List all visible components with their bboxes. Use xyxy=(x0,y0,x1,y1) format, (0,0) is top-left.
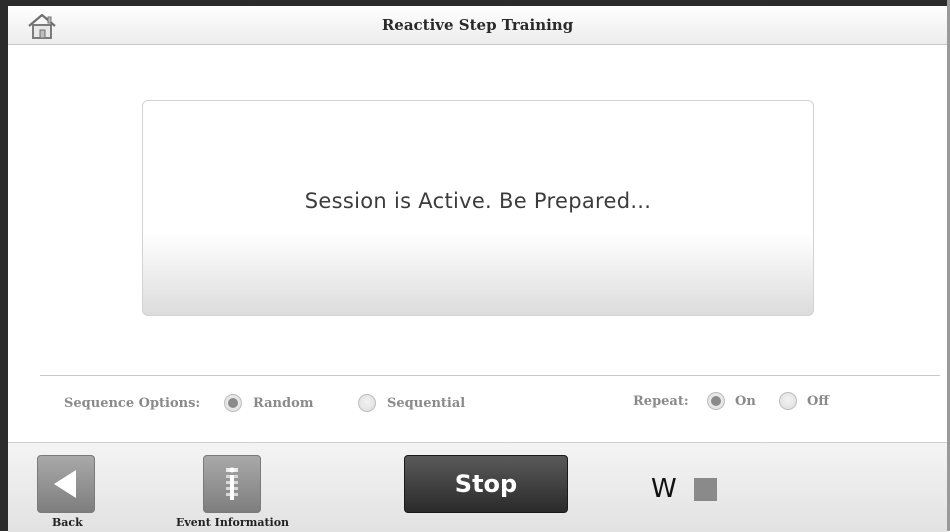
info-list-icon xyxy=(226,467,238,500)
session-status-panel: Session is Active. Be Prepared... xyxy=(142,100,814,316)
radio-sequential-label[interactable]: Sequential xyxy=(387,396,465,411)
left-triangle-icon xyxy=(54,470,76,498)
radio-sequential[interactable] xyxy=(358,394,376,412)
radio-repeat-on-label[interactable]: On xyxy=(735,394,756,409)
radio-random-label[interactable]: Random xyxy=(253,396,314,411)
indicator-letter: W xyxy=(651,474,677,504)
header-bar: Reactive Step Training xyxy=(8,6,947,45)
sequence-options-label: Sequence Options: xyxy=(64,396,201,411)
stop-button[interactable]: Stop xyxy=(404,455,568,513)
repeat-label: Repeat: xyxy=(633,394,689,409)
radio-repeat-off-label[interactable]: Off xyxy=(807,394,829,409)
back-label: Back xyxy=(52,516,83,529)
options-divider xyxy=(40,375,940,376)
event-information-button[interactable] xyxy=(203,455,261,513)
event-information-label: Event Information xyxy=(176,516,290,529)
radio-repeat-on[interactable] xyxy=(707,392,725,410)
back-button[interactable] xyxy=(37,455,95,513)
page-title: Reactive Step Training xyxy=(381,16,574,34)
radio-repeat-off[interactable] xyxy=(779,392,797,410)
indicator-square xyxy=(694,478,717,501)
radio-random[interactable] xyxy=(224,394,242,412)
session-status-message: Session is Active. Be Prepared... xyxy=(304,189,652,213)
